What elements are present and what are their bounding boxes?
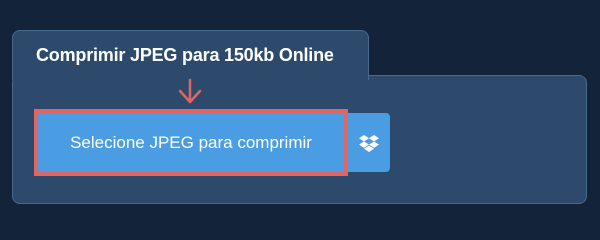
select-jpeg-label: Selecione JPEG para comprimir	[70, 132, 312, 152]
down-arrow-icon	[178, 78, 202, 104]
tab-title: Comprimir JPEG para 150kb Online	[36, 45, 334, 65]
select-jpeg-button[interactable]: Selecione JPEG para comprimir	[34, 109, 348, 176]
dropbox-icon	[359, 134, 379, 152]
dropbox-button[interactable]	[348, 113, 390, 172]
